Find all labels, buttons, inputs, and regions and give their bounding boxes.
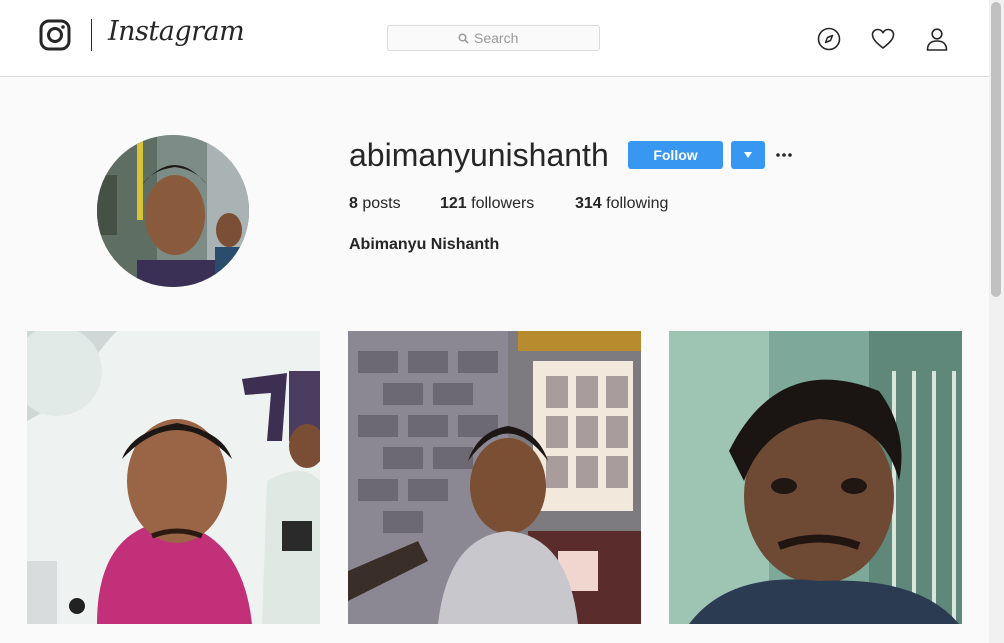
follow-button[interactable]: Follow — [628, 141, 723, 169]
top-navigation-bar: Instagram Search — [0, 0, 989, 77]
instagram-glyph-icon[interactable] — [39, 19, 71, 51]
post-thumbnail[interactable] — [348, 331, 641, 624]
stat-posts: 8 posts — [349, 194, 401, 214]
instagram-wordmark[interactable]: Instagram — [108, 16, 245, 47]
logo-divider — [91, 19, 92, 51]
search-placeholder: Search — [474, 30, 519, 46]
search-input[interactable]: Search — [387, 25, 600, 51]
search-icon — [458, 33, 469, 44]
profile-avatar — [97, 135, 249, 287]
stat-count: 8 — [349, 195, 358, 212]
stat-label: followers — [471, 195, 535, 212]
stat-label: following — [606, 195, 669, 212]
caret-down-icon — [744, 152, 752, 158]
post-thumbnail[interactable] — [27, 331, 320, 624]
profile-full-name: Abimanyu Nishanth — [349, 236, 500, 253]
compass-icon[interactable] — [817, 27, 841, 51]
ellipsis-icon — [776, 153, 792, 157]
user-icon[interactable] — [925, 27, 949, 51]
page-scrollbar[interactable] — [989, 0, 1004, 643]
stat-label: posts — [362, 195, 401, 212]
stat-count: 314 — [575, 195, 602, 212]
stat-following[interactable]: 314 following — [575, 194, 668, 214]
profile-username: abimanyunishanth — [349, 137, 609, 173]
heart-icon[interactable] — [871, 27, 895, 51]
post-thumbnail[interactable] — [669, 331, 962, 624]
stat-count: 121 — [440, 195, 467, 212]
stat-followers[interactable]: 121 followers — [440, 194, 534, 214]
more-options-button[interactable] — [776, 146, 792, 164]
scrollbar-thumb[interactable] — [991, 2, 1001, 297]
suggestions-dropdown-button[interactable] — [731, 141, 765, 169]
